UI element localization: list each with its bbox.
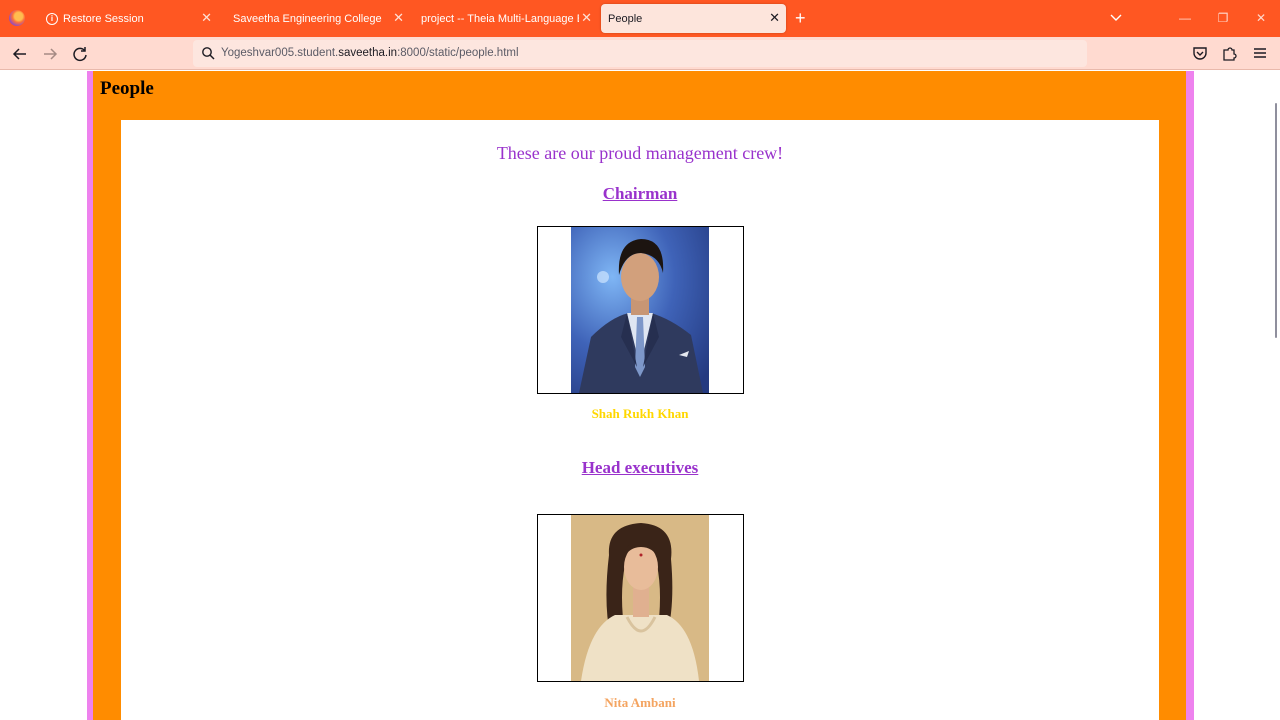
tab-label: People: [608, 12, 643, 25]
executive-photo-frame: [537, 514, 744, 682]
new-tab-plus-icon[interactable]: +: [795, 9, 806, 27]
page-title: People: [100, 78, 154, 99]
reload-icon[interactable]: [69, 43, 91, 65]
address-bar[interactable]: Yogeshvar005.student.saveetha.in:8000/st…: [193, 40, 1087, 67]
window-close-icon[interactable]: ✕: [1251, 8, 1271, 28]
chevron-down-icon[interactable]: [1108, 9, 1124, 25]
section-title-head-executives: Head executives: [581, 458, 699, 477]
page-scrollbar[interactable]: [1270, 71, 1280, 720]
search-icon: [202, 47, 215, 60]
url-text[interactable]: Yogeshvar005.student.saveetha.in:8000/st…: [221, 47, 519, 59]
close-icon[interactable]: ✕: [581, 11, 592, 25]
tab-label: Saveetha Engineering College: [233, 12, 382, 25]
close-icon[interactable]: ✕: [769, 11, 780, 25]
page-viewport: People These are our proud management cr…: [0, 71, 1280, 720]
back-arrow-icon[interactable]: [9, 43, 31, 65]
executive-photo: [571, 515, 709, 681]
scrollbar-thumb[interactable]: [1275, 103, 1277, 338]
close-icon[interactable]: ✕: [393, 11, 404, 25]
chairman-photo: [571, 227, 709, 393]
firefox-logo-icon: [9, 10, 25, 26]
section-title-chairman: Chairman: [602, 184, 678, 203]
restore-icon[interactable]: ❐: [1213, 8, 1233, 28]
navigation-toolbar: Yogeshvar005.student.saveetha.in:8000/st…: [0, 37, 1280, 70]
chairman-name: Shah Rukh Khan: [591, 406, 689, 421]
main-content: These are our proud management crew! Cha…: [121, 120, 1159, 720]
tab-people[interactable]: People ✕: [601, 4, 786, 33]
executive-name: Nita Ambani: [604, 695, 676, 710]
tagline: These are our proud management crew!: [496, 143, 784, 163]
minimize-icon[interactable]: —: [1175, 8, 1195, 28]
forward-arrow-icon[interactable]: [39, 43, 61, 65]
chairman-photo-frame: [537, 226, 744, 394]
info-icon: i: [46, 12, 58, 25]
menu-hamburger-icon[interactable]: [1251, 44, 1269, 62]
tab-saveetha[interactable]: Saveetha Engineering College ✕: [224, 4, 410, 33]
tab-label: project -- Theia Multi-Language Ex: [421, 12, 579, 25]
tab-project[interactable]: project -- Theia Multi-Language Ex ✕: [412, 4, 598, 33]
close-icon[interactable]: ✕: [201, 11, 212, 25]
pocket-icon[interactable]: [1191, 44, 1209, 62]
tab-label: Restore Session: [63, 12, 144, 25]
tab-strip: i Restore Session ✕ Saveetha Engineering…: [0, 0, 1280, 37]
extensions-puzzle-icon[interactable]: [1221, 44, 1239, 62]
tab-restore-session[interactable]: i Restore Session ✕: [38, 4, 218, 33]
